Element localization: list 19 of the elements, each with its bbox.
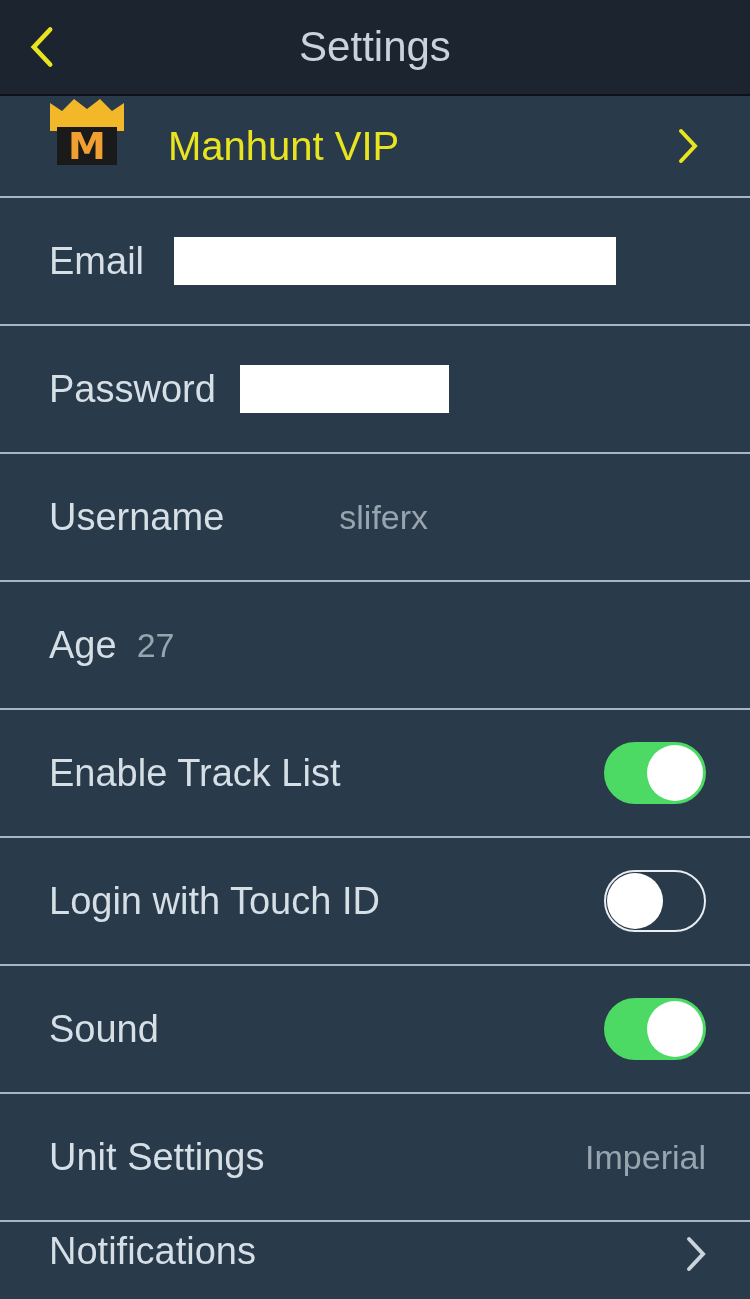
setting-value: sliferx (339, 497, 429, 537)
setting-label: Sound (49, 1007, 159, 1051)
chevron-icon (678, 128, 698, 164)
setting-label: Email (49, 239, 145, 283)
setting-label: Login with Touch ID (49, 879, 380, 923)
vip-row[interactable]: M Manhunt VIP (0, 96, 750, 198)
setting-label: Password (49, 367, 216, 411)
vip-label: Manhunt VIP (168, 123, 401, 169)
setting-label: Notifications (49, 1230, 256, 1273)
chevron-icon (686, 1236, 706, 1272)
setting-value: 27 (136, 625, 175, 665)
setting-label: Username (49, 495, 225, 539)
setting-label: Enable Track List (49, 751, 341, 795)
back-icon (30, 26, 54, 68)
toggle-switch[interactable] (604, 742, 706, 804)
nav-title: Settings (299, 23, 451, 71)
setting-label: Age (49, 623, 117, 667)
setting-value: Imperial (585, 1137, 706, 1177)
setting-label: Unit Settings (49, 1135, 265, 1179)
